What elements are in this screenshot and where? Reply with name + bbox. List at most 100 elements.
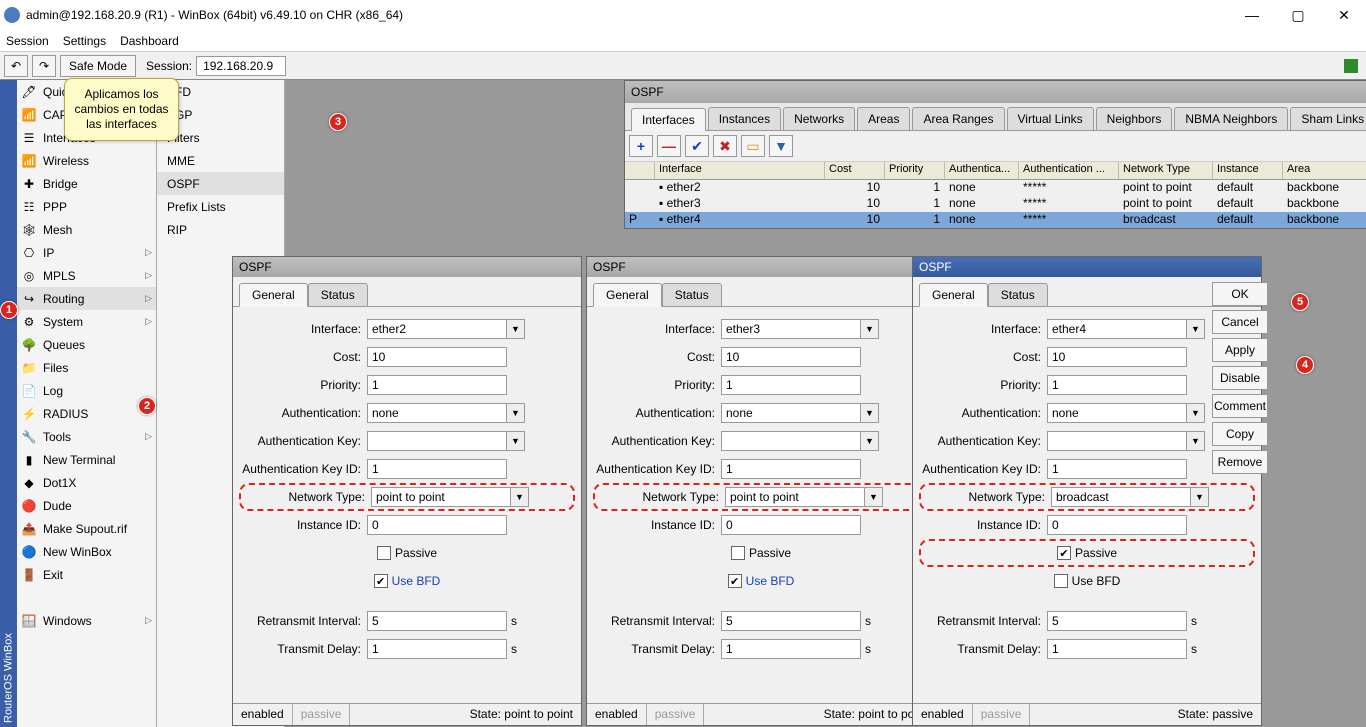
interface-select[interactable]: ether2 bbox=[367, 319, 507, 339]
ospf-tab-nbma-neighbors[interactable]: NBMA Neighbors bbox=[1174, 107, 1288, 130]
disable-button[interactable]: ✖ bbox=[713, 135, 737, 157]
auth-key-id-input[interactable]: 1 bbox=[367, 459, 507, 479]
auth-select[interactable]: none bbox=[367, 403, 507, 423]
ospf-tab-networks[interactable]: Networks bbox=[783, 107, 855, 130]
transmit-delay-input[interactable]: 1 bbox=[367, 639, 507, 659]
ospf-tab-instances[interactable]: Instances bbox=[708, 107, 781, 130]
sidebar-item-log[interactable]: 📄Log bbox=[17, 379, 156, 402]
close-button[interactable]: ✕ bbox=[1330, 5, 1358, 25]
transmit-delay-input[interactable]: 1 bbox=[1047, 639, 1187, 659]
chevron-down-icon[interactable]: ▼ bbox=[861, 431, 879, 451]
tab-general[interactable]: General bbox=[593, 283, 662, 307]
ospf-tab-area-ranges[interactable]: Area Ranges bbox=[912, 107, 1004, 130]
menu-session[interactable]: Session bbox=[6, 34, 49, 48]
sidebar-item-wireless[interactable]: 📶Wireless bbox=[17, 149, 156, 172]
filter-button[interactable]: ▼ bbox=[769, 135, 793, 157]
col-header[interactable]: Interface bbox=[655, 162, 825, 179]
comment-button[interactable]: Comment bbox=[1212, 394, 1268, 418]
chevron-down-icon[interactable]: ▼ bbox=[1191, 487, 1209, 507]
sidebar-item-queues[interactable]: 🌳Queues bbox=[17, 333, 156, 356]
chevron-down-icon[interactable]: ▼ bbox=[1187, 403, 1205, 423]
tab-status[interactable]: Status bbox=[662, 283, 722, 307]
cost-input[interactable]: 10 bbox=[1047, 347, 1187, 367]
passive-checkbox[interactable]: ✔ bbox=[1057, 546, 1071, 560]
ok-button[interactable]: OK bbox=[1212, 282, 1268, 306]
table-row[interactable]: ▪ ether2101none*****point to pointdefaul… bbox=[625, 180, 1366, 196]
usebfd-checkbox[interactable]: ✔ bbox=[374, 574, 388, 588]
ospf-titlebar[interactable]: OSPF ▁ □ ✕ bbox=[625, 81, 1366, 103]
network-type-select[interactable]: broadcast bbox=[1051, 487, 1191, 507]
apply-button[interactable]: Apply bbox=[1212, 338, 1268, 362]
instance-id-input[interactable]: 0 bbox=[1047, 515, 1187, 535]
remove-button[interactable]: Remove bbox=[1212, 450, 1268, 474]
retransmit-input[interactable]: 5 bbox=[367, 611, 507, 631]
col-header[interactable]: Authentication ... bbox=[1019, 162, 1119, 179]
passive-checkbox[interactable] bbox=[377, 546, 391, 560]
table-row[interactable]: P▪ ether4101none*****broadcastdefaultbac… bbox=[625, 212, 1366, 228]
sidebar-item-files[interactable]: 📁Files bbox=[17, 356, 156, 379]
enable-button[interactable]: ✔ bbox=[685, 135, 709, 157]
chevron-down-icon[interactable]: ▼ bbox=[507, 319, 525, 339]
auth-key-id-input[interactable]: 1 bbox=[721, 459, 861, 479]
menu-dashboard[interactable]: Dashboard bbox=[120, 34, 179, 48]
auth-key-id-input[interactable]: 1 bbox=[1047, 459, 1187, 479]
remove-button[interactable]: — bbox=[657, 135, 681, 157]
maximize-button[interactable]: ▢ bbox=[1284, 5, 1312, 25]
auth-select[interactable]: none bbox=[721, 403, 861, 423]
sidebar-item-radius[interactable]: ⚡RADIUS bbox=[17, 402, 156, 425]
minimize-button[interactable]: — bbox=[1238, 5, 1266, 25]
copy-button[interactable]: Copy bbox=[1212, 422, 1268, 446]
sidebar-item-exit[interactable]: 🚪Exit bbox=[17, 563, 156, 586]
ospf-tab-virtual-links[interactable]: Virtual Links bbox=[1007, 107, 1094, 130]
auth-key-input[interactable] bbox=[1047, 431, 1187, 451]
col-header[interactable]: Priority bbox=[885, 162, 945, 179]
disable-button[interactable]: Disable bbox=[1212, 366, 1268, 390]
redo-button[interactable]: ↷ bbox=[32, 55, 56, 77]
dialog-titlebar[interactable]: OSPF bbox=[233, 257, 581, 277]
sidebar-item-mpls[interactable]: ◎MPLS▷ bbox=[17, 264, 156, 287]
cost-input[interactable]: 10 bbox=[721, 347, 861, 367]
menu-settings[interactable]: Settings bbox=[63, 34, 106, 48]
passive-checkbox[interactable] bbox=[731, 546, 745, 560]
interface-select[interactable]: ether3 bbox=[721, 319, 861, 339]
chevron-down-icon[interactable]: ▼ bbox=[1187, 319, 1205, 339]
submenu-item-prefix-lists[interactable]: Prefix Lists bbox=[157, 195, 284, 218]
table-row[interactable]: ▪ ether3101none*****point to pointdefaul… bbox=[625, 196, 1366, 212]
cancel-button[interactable]: Cancel bbox=[1212, 310, 1268, 334]
tab-status[interactable]: Status bbox=[988, 283, 1048, 307]
chevron-down-icon[interactable]: ▼ bbox=[507, 431, 525, 451]
chevron-down-icon[interactable]: ▼ bbox=[861, 319, 879, 339]
usebfd-checkbox[interactable] bbox=[1054, 574, 1068, 588]
chevron-down-icon[interactable]: ▼ bbox=[1187, 431, 1205, 451]
retransmit-input[interactable]: 5 bbox=[1047, 611, 1187, 631]
interface-select[interactable]: ether4 bbox=[1047, 319, 1187, 339]
sidebar-item-routing[interactable]: ↪Routing▷ bbox=[17, 287, 156, 310]
auth-key-input[interactable] bbox=[721, 431, 861, 451]
network-type-select[interactable]: point to point bbox=[725, 487, 865, 507]
sidebar-item-new-winbox[interactable]: 🔵New WinBox bbox=[17, 540, 156, 563]
tab-general[interactable]: General bbox=[919, 283, 988, 307]
safe-mode-button[interactable]: Safe Mode bbox=[60, 55, 136, 77]
dialog-titlebar[interactable]: OSPF bbox=[913, 257, 1261, 277]
sidebar-item-make-supout.rif[interactable]: 📤Make Supout.rif bbox=[17, 517, 156, 540]
dialog-titlebar[interactable]: OSPF bbox=[587, 257, 935, 277]
comment-button[interactable]: ▭ bbox=[741, 135, 765, 157]
undo-button[interactable]: ↶ bbox=[4, 55, 28, 77]
add-button[interactable]: + bbox=[629, 135, 653, 157]
ospf-tab-sham-links[interactable]: Sham Links bbox=[1290, 107, 1366, 130]
cost-input[interactable]: 10 bbox=[367, 347, 507, 367]
sidebar-item-ip[interactable]: ⎔IP▷ bbox=[17, 241, 156, 264]
sidebar-item-mesh[interactable]: 🕸Mesh bbox=[17, 218, 156, 241]
sidebar-item-ppp[interactable]: ☷PPP bbox=[17, 195, 156, 218]
submenu-item-mme[interactable]: MME bbox=[157, 149, 284, 172]
priority-input[interactable]: 1 bbox=[721, 375, 861, 395]
sidebar-item-new-terminal[interactable]: ▮New Terminal bbox=[17, 448, 156, 471]
tab-general[interactable]: General bbox=[239, 283, 308, 307]
auth-select[interactable]: none bbox=[1047, 403, 1187, 423]
tab-status[interactable]: Status bbox=[308, 283, 368, 307]
sidebar-item-dude[interactable]: 🔴Dude bbox=[17, 494, 156, 517]
chevron-down-icon[interactable]: ▼ bbox=[507, 403, 525, 423]
ospf-tab-neighbors[interactable]: Neighbors bbox=[1096, 107, 1173, 130]
col-header[interactable]: Instance bbox=[1213, 162, 1283, 179]
sidebar-item-dot1x[interactable]: ◆Dot1X bbox=[17, 471, 156, 494]
